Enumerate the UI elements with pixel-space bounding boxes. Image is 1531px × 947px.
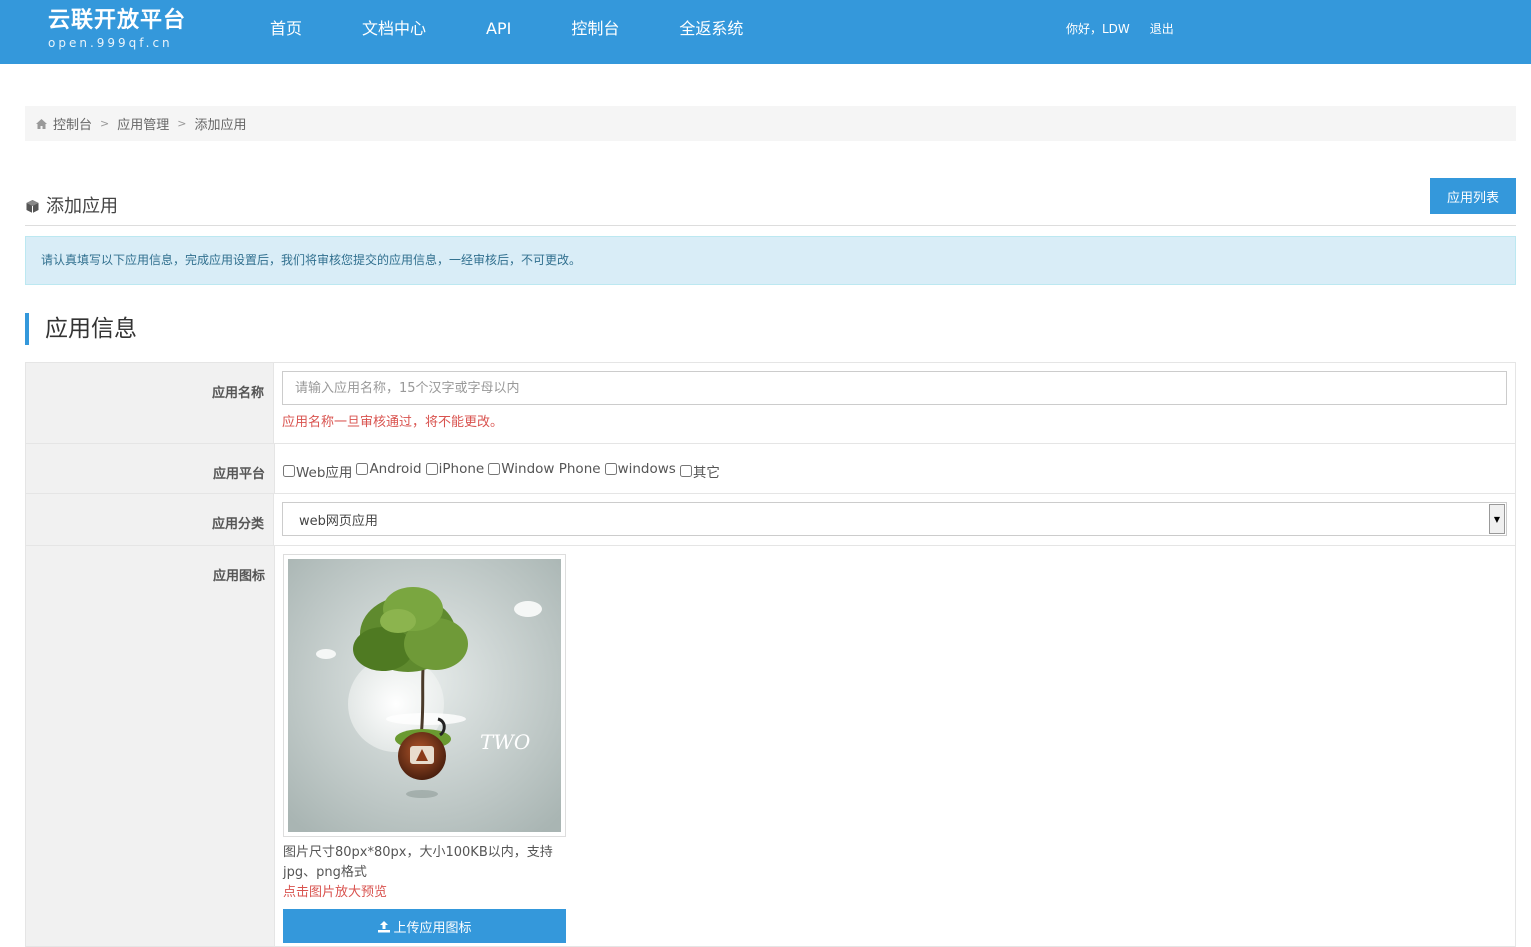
app-category-select[interactable]: web网页应用 ▼	[282, 502, 1507, 536]
platform-option-other[interactable]: 其它	[679, 461, 720, 481]
app-name-warning: 应用名称一旦审核通过，将不能更改。	[282, 415, 504, 430]
platform-option-web[interactable]: Web应用	[283, 461, 352, 481]
platform-label-android: Android	[369, 461, 422, 477]
app-platform-label: 应用平台	[26, 444, 275, 493]
logo-title: 云联开放平台	[48, 8, 187, 33]
platform-option-windows[interactable]: windows	[604, 461, 676, 477]
platform-checkbox-windows-phone[interactable]	[488, 463, 501, 475]
breadcrumb-separator: >	[177, 117, 187, 130]
platform-label-windows-phone: Window Phone	[501, 461, 601, 477]
main-nav: 首页 文档中心 API 控制台 全返系统	[240, 0, 773, 64]
app-name-input[interactable]	[282, 371, 1507, 405]
platform-checkbox-iphone[interactable]	[425, 463, 438, 475]
upload-button-label: 上传应用图标	[393, 920, 472, 936]
app-category-label: 应用分类	[26, 494, 274, 545]
section-title: 应用信息	[25, 313, 137, 345]
form-row-category: 应用分类 web网页应用 ▼	[26, 494, 1515, 546]
app-list-button[interactable]: 应用列表	[1430, 178, 1516, 214]
platform-checkbox-android[interactable]	[356, 463, 369, 475]
app-icon-label: 应用图标	[26, 546, 275, 946]
logout-link[interactable]: 退出	[1150, 20, 1174, 37]
home-icon	[35, 118, 48, 130]
form-row-platform: 应用平台 Web应用 Android iPhone Window Phone w…	[26, 444, 1515, 494]
platform-option-android[interactable]: Android	[356, 461, 422, 477]
app-icon-image[interactable]: TWO	[288, 559, 561, 832]
platform-checkbox-other[interactable]	[679, 465, 692, 477]
upload-icon	[378, 920, 391, 932]
form-row-icon: 应用图标 TWO 图片尺寸80px*80px，大小100KB以内，支持jpg、p…	[26, 546, 1515, 947]
platform-checkbox-web[interactable]	[283, 465, 295, 477]
platform-option-windows-phone[interactable]: Window Phone	[488, 461, 601, 477]
user-bar: 你好，LDW 退出	[1066, 20, 1174, 37]
logo[interactable]: 云联开放平台 open.999qf.cn	[48, 6, 186, 50]
breadcrumb-console[interactable]: 控制台	[53, 114, 92, 133]
page-title: 添加应用	[25, 192, 118, 218]
nav-rebate-system[interactable]: 全返系统	[649, 0, 773, 64]
platform-checkbox-windows[interactable]	[604, 463, 617, 475]
category-selected-value: web网页应用	[299, 513, 378, 529]
nav-console[interactable]: 控制台	[541, 0, 649, 64]
page-title-text: 添加应用	[46, 196, 118, 217]
logo-subtitle: open.999qf.cn	[48, 36, 173, 50]
breadcrumb-separator: >	[100, 117, 110, 130]
app-form: 应用名称 应用名称一旦审核通过，将不能更改。 应用平台 Web应用 Androi…	[25, 362, 1516, 947]
icon-preview-hint: 点击图片放大预览	[283, 885, 388, 900]
art-text: TWO	[480, 730, 530, 754]
nav-home[interactable]: 首页	[240, 0, 332, 64]
breadcrumb-app-management[interactable]: 应用管理	[117, 114, 169, 133]
page-header: 添加应用 应用列表	[25, 178, 1516, 226]
breadcrumb: 控制台 > 应用管理 > 添加应用	[25, 106, 1516, 141]
top-navbar: 云联开放平台 open.999qf.cn 首页 文档中心 API 控制台 全返系…	[0, 0, 1531, 64]
app-icon-preview[interactable]: TWO	[283, 554, 566, 837]
nav-api[interactable]: API	[456, 0, 541, 64]
info-notice: 请认真填写以下应用信息，完成应用设置后，我们将审核您提交的应用信息，一经审核后，…	[25, 236, 1516, 285]
nav-docs[interactable]: 文档中心	[332, 0, 456, 64]
breadcrumb-current: 添加应用	[194, 118, 247, 133]
platform-label-windows: windows	[617, 461, 676, 477]
platform-label-other: 其它	[692, 465, 720, 481]
icon-size-hint: 图片尺寸80px*80px，大小100KB以内，支持jpg、png格式	[283, 845, 553, 880]
form-row-name: 应用名称 应用名称一旦审核通过，将不能更改。	[26, 363, 1515, 444]
chevron-down-icon[interactable]: ▼	[1489, 504, 1505, 534]
user-greeting[interactable]: 你好，LDW	[1066, 20, 1130, 37]
platform-label-web: Web应用	[296, 465, 353, 481]
platform-option-iphone[interactable]: iPhone	[425, 461, 485, 477]
app-name-label: 应用名称	[26, 363, 274, 443]
cube-icon	[25, 198, 40, 213]
platform-label-iphone: iPhone	[438, 461, 485, 477]
